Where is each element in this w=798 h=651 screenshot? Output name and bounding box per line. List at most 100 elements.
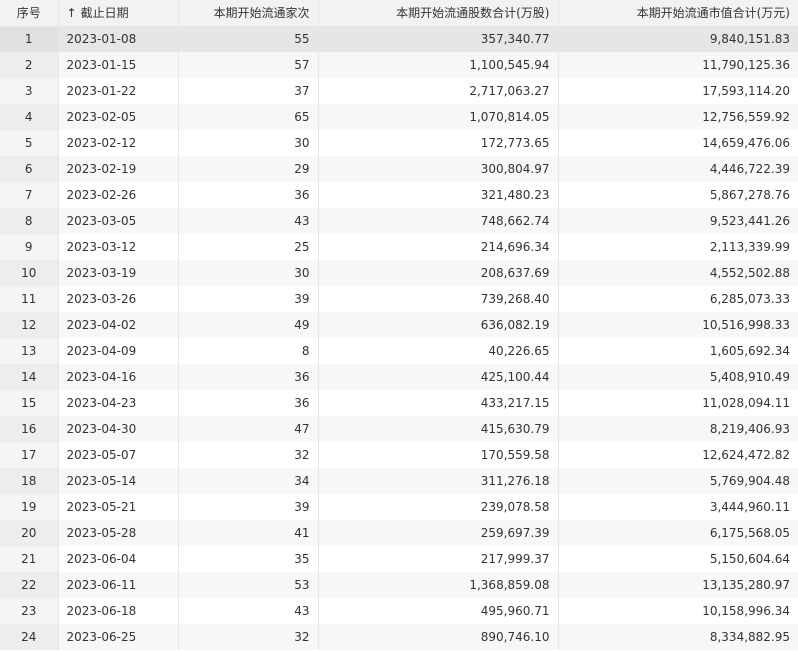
column-header-value-label: 本期开始流通市值合计(万元) [636, 6, 790, 21]
data-table: 序号 ↑ 截止日期 本期开始流通家次 本期开始流通股数合计(万股) 本期开始流通市… [0, 0, 798, 650]
table-row[interactable]: 4 2023-02-05 65 1,070,814.05 12,756,559.92 [0, 104, 798, 130]
market-value-cell: 13,135,280.97 [558, 572, 798, 598]
table-row[interactable]: 18 2023-05-14 34 311,276.18 5,769,904.48 [0, 468, 798, 494]
date-cell: 2023-06-18 [58, 598, 179, 624]
table-row[interactable]: 23 2023-06-18 43 495,960.71 10,158,996.34 [0, 598, 798, 624]
date-cell: 2023-05-07 [58, 442, 179, 468]
market-value-cell: 8,334,882.95 [558, 624, 798, 650]
table-row[interactable]: 3 2023-01-22 37 2,717,063.27 17,593,114.20 [0, 78, 798, 104]
market-value-cell: 11,028,094.11 [702, 396, 790, 410]
table-row[interactable]: 22 2023-06-11 53 1,368,859.08 13,135,280.97 [0, 572, 798, 598]
date-cell: 2023-04-16 [58, 364, 179, 390]
shares-cell: 172,773.65 [318, 130, 559, 156]
market-value-cell: 12,624,472.82 [702, 448, 790, 462]
shares-cell: 170,559.58 [318, 442, 559, 468]
date-cell: 2023-04-09 [58, 338, 179, 364]
header-row: 序号 ↑ 截止日期 本期开始流通家次 本期开始流通股数合计(万股) 本期开始流通市… [0, 0, 798, 27]
market-value-cell: 2,113,339.99 [709, 240, 790, 254]
date-cell: 2023-03-19 [58, 260, 179, 286]
market-value-cell: 10,516,998.33 [558, 312, 798, 338]
column-header-date[interactable]: ↑ 截止日期 [58, 0, 179, 27]
table-row[interactable]: 19 2023-05-21 39 239,078.58 3,444,960.11 [0, 494, 798, 520]
market-value-cell: 6,175,568.05 [558, 520, 798, 546]
count-cell: 39 [178, 494, 319, 520]
shares-cell: 748,662.74 [318, 208, 559, 234]
column-header-count[interactable]: 本期开始流通家次 [178, 0, 319, 27]
count-cell: 8 [178, 338, 319, 364]
date-cell: 2023-06-25 [58, 624, 179, 650]
count-cell: 49 [178, 312, 319, 338]
shares-cell: 739,268.40 [318, 286, 559, 312]
table-row[interactable]: 24 2023-06-25 32 890,746.10 8,334,882.95 [0, 624, 798, 650]
table-row[interactable]: 14 2023-04-16 36 425,100.44 5,408,910.49 [0, 364, 798, 390]
date-cell: 2023-04-02 [58, 312, 179, 338]
column-header-value[interactable]: 本期开始流通市值合计(万元) [558, 0, 798, 27]
table-row[interactable]: 12 2023-04-02 49 636,082.19 10,516,998.33 [0, 312, 798, 338]
shares-cell: 1,100,545.94 [318, 52, 559, 78]
market-value-cell: 8,219,406.93 [558, 416, 798, 442]
table-row[interactable]: 15 2023-04-23 36 433,217.15 11,028,094.11 [0, 390, 798, 416]
count-cell: 37 [178, 78, 319, 104]
shares-cell: 415,630.79 [318, 416, 559, 442]
table-row[interactable]: 7 2023-02-26 36 321,480.23 5,867,278.76 [0, 182, 798, 208]
shares-cell: 433,217.15 [318, 390, 559, 416]
column-header-date-label: 截止日期 [80, 6, 129, 21]
count-cell: 30 [178, 130, 319, 156]
shares-cell: 311,276.18 [318, 468, 559, 494]
table-row[interactable]: 11 2023-03-26 39 739,268.40 6,285,073.33 [0, 286, 798, 312]
table-row[interactable]: 1 2023-01-08 55 357,340.77 9,840,151.83 [0, 26, 798, 52]
table-row[interactable]: 16 2023-04-30 47 415,630.79 8,219,406.93 [0, 416, 798, 442]
table-row[interactable]: 2 2023-01-15 57 1,100,545.94 11,790,125.36 [0, 52, 798, 78]
date-cell: 2023-05-14 [58, 468, 179, 494]
row-index-cell: 8 [0, 208, 59, 234]
date-cell: 2023-01-08 [58, 26, 179, 52]
table-row[interactable]: 9 2023-03-12 25 214,696.34 2,113,339.99 [0, 234, 798, 260]
table-row[interactable]: 20 2023-05-28 41 259,697.39 6,175,568.05 [0, 520, 798, 546]
table-row[interactable]: 10 2023-03-19 30 208,637.69 4,552,502.88 [0, 260, 798, 286]
row-index-cell: 18 [0, 468, 59, 494]
table-row[interactable]: 6 2023-02-19 29 300,804.97 4,446,722.39 [0, 156, 798, 182]
count-cell: 47 [178, 416, 319, 442]
table-row[interactable]: 8 2023-03-05 43 748,662.74 9,523,441.26 [0, 208, 798, 234]
table-row[interactable]: 21 2023-06-04 35 217,999.37 5,150,604.64 [0, 546, 798, 572]
market-value-cell: 4,446,722.39 [558, 156, 798, 182]
count-cell: 65 [178, 104, 319, 130]
row-index-cell: 2 [0, 52, 59, 78]
row-index-cell: 3 [0, 78, 59, 104]
market-value-cell: 6,285,073.33 [709, 292, 790, 306]
date-cell: 2023-01-15 [58, 52, 179, 78]
shares-cell: 2,717,063.27 [318, 78, 559, 104]
table-row[interactable]: 5 2023-02-12 30 172,773.65 14,659,476.06 [0, 130, 798, 156]
table-row[interactable]: 17 2023-05-07 32 170,559.58 12,624,472.82 [0, 442, 798, 468]
table-body: 1 2023-01-08 55 357,340.77 9,840,151.83 2 2023… [0, 26, 798, 650]
shares-cell: 495,960.71 [318, 598, 559, 624]
date-cell: 2023-02-26 [58, 182, 179, 208]
column-header-index[interactable]: 序号 [0, 0, 59, 27]
shares-cell: 214,696.34 [318, 234, 559, 260]
row-index-cell: 17 [0, 442, 59, 468]
row-index-cell: 20 [0, 520, 59, 546]
count-cell: 34 [178, 468, 319, 494]
date-cell: 2023-03-26 [58, 286, 179, 312]
date-cell: 2023-03-05 [58, 208, 179, 234]
shares-cell: 208,637.69 [318, 260, 559, 286]
row-index-cell: 19 [0, 494, 59, 520]
column-header-shares[interactable]: 本期开始流通股数合计(万股) [318, 0, 559, 27]
date-cell: 2023-04-23 [58, 390, 179, 416]
date-cell: 2023-02-05 [58, 104, 179, 130]
row-index-cell: 24 [0, 624, 59, 650]
date-cell: 2023-02-19 [58, 156, 179, 182]
market-value-cell: 5,408,910.49 [558, 364, 798, 390]
table-row[interactable]: 13 2023-04-09 8 40,226.65 1,605,692.34 [0, 338, 798, 364]
row-index-cell: 21 [0, 546, 59, 572]
row-index-cell: 10 [0, 260, 59, 286]
row-index-cell: 1 [0, 26, 59, 52]
market-value-cell: 10,158,996.34 [702, 604, 790, 618]
shares-cell: 239,078.58 [318, 494, 559, 520]
date-cell: 2023-06-04 [58, 546, 179, 572]
market-value-cell: 14,659,476.06 [702, 136, 790, 150]
date-cell: 2023-01-22 [58, 78, 179, 104]
row-index-cell: 6 [0, 156, 59, 182]
row-index-cell: 4 [0, 104, 59, 130]
row-index-cell: 13 [0, 338, 59, 364]
